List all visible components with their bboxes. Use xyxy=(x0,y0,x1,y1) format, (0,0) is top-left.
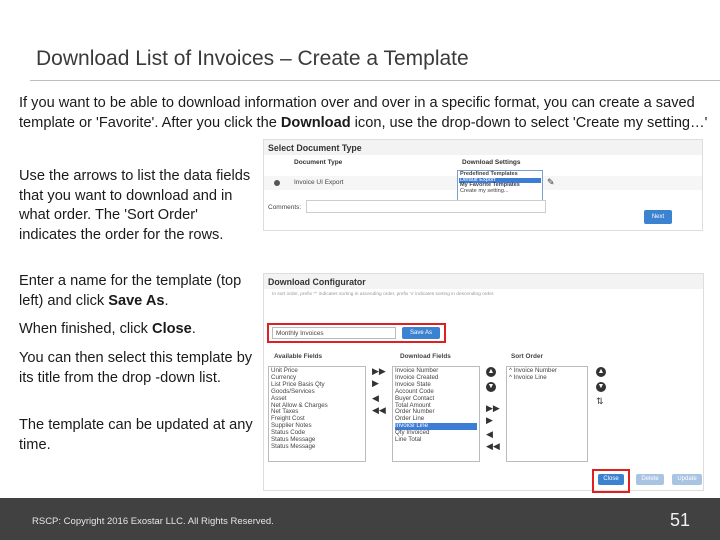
document-type-radio[interactable] xyxy=(274,180,280,186)
move-left-icon[interactable]: ◀ xyxy=(372,394,379,403)
select-document-type-panel: Select Document Type Document Type Downl… xyxy=(263,139,703,231)
next-button[interactable]: Next xyxy=(644,210,672,224)
delete-button[interactable]: Delete xyxy=(636,474,664,485)
close-highlight xyxy=(592,469,630,493)
panel-header: Download Configurator xyxy=(264,274,703,289)
finish-text-end: . xyxy=(191,321,196,337)
intro-paragraph: If you want to be able to download infor… xyxy=(19,93,709,133)
intro-bold: Download xyxy=(280,115,351,131)
sort-up-icon[interactable]: ▲ xyxy=(596,367,606,377)
title-divider xyxy=(30,80,720,81)
document-type-column-header: Document Type xyxy=(294,159,343,166)
comments-field[interactable] xyxy=(306,200,546,213)
name-text-end: . xyxy=(164,292,169,309)
comments-label: Comments: xyxy=(268,204,302,211)
update-paragraph: The template can be updated at any time. xyxy=(19,417,253,453)
finish-bold: Close xyxy=(152,321,192,337)
download-settings-dropdown[interactable]: Predefined Templates Default Export My F… xyxy=(457,170,543,204)
toggle-sort-direction-icon[interactable]: ⇅ xyxy=(596,397,604,406)
page-number: 51 xyxy=(669,510,690,530)
intro-text-end: icon, use the drop-down to select 'Creat… xyxy=(350,115,708,131)
list-item[interactable]: ^ Invoice Line xyxy=(509,374,585,382)
document-type-value: Invoice UI Export xyxy=(294,179,344,186)
name-paragraph: Enter a name for the template (top left)… xyxy=(19,272,251,311)
sort-order-list[interactable]: ^ Invoice Number ^ Invoice Line xyxy=(506,366,588,462)
sort-order-label: Sort Order xyxy=(511,353,543,360)
move-up-icon[interactable]: ▲ xyxy=(486,367,496,377)
list-item[interactable]: Status Message xyxy=(271,443,363,451)
available-fields-label: Available Fields xyxy=(274,353,323,360)
select-paragraph: You can then select this template by its… xyxy=(19,350,253,386)
sort-down-icon[interactable]: ▼ xyxy=(596,382,606,392)
panel-header: Select Document Type xyxy=(264,140,702,155)
template-name-highlight xyxy=(267,323,446,343)
sort-order-hint: In sort order, prefix '^' indicates sort… xyxy=(272,292,495,297)
edit-icon[interactable]: ✎ xyxy=(547,178,555,187)
finish-paragraph: When finished, click Close. xyxy=(19,320,259,340)
move-all-left-icon[interactable]: ◀◀ xyxy=(372,406,386,415)
move-right-icon[interactable]: ▶ xyxy=(372,379,379,388)
move-all-right-to-sort-icon[interactable]: ▶▶ xyxy=(486,404,500,413)
name-bold: Save As xyxy=(108,292,165,309)
arrows-paragraph: Use the arrows to list the data fields t… xyxy=(19,168,251,243)
move-all-left-from-sort-icon[interactable]: ◀◀ xyxy=(486,442,500,451)
download-settings-column-header: Download Settings xyxy=(462,159,521,166)
available-fields-list[interactable]: Unit Price Currency List Price Basis Qty Go… xyxy=(268,366,366,462)
download-fields-list[interactable]: Invoice Number Invoice Created Invoice Sta… xyxy=(392,366,480,462)
footer-copyright: RSCP: Copyright 2016 Exostar LLC. All Ri… xyxy=(32,516,274,527)
move-left-from-sort-icon[interactable]: ◀ xyxy=(486,430,493,439)
move-down-icon[interactable]: ▼ xyxy=(486,382,496,392)
download-fields-label: Download Fields xyxy=(400,353,451,360)
finish-text: When finished, click xyxy=(19,321,153,337)
move-right-to-sort-icon[interactable]: ▶ xyxy=(486,416,493,425)
slide-title: Download List of Invoices – Create a Tem… xyxy=(36,47,469,70)
dropdown-item[interactable]: Create my setting... xyxy=(459,188,541,195)
move-all-right-icon[interactable]: ▶▶ xyxy=(372,367,386,376)
list-item[interactable]: Line Total xyxy=(395,436,477,444)
download-configurator-panel: Download Configurator In sort order, pre… xyxy=(263,273,704,491)
slide-footer: RSCP: Copyright 2016 Exostar LLC. All Ri… xyxy=(0,498,720,540)
update-button[interactable]: Update xyxy=(672,474,702,485)
